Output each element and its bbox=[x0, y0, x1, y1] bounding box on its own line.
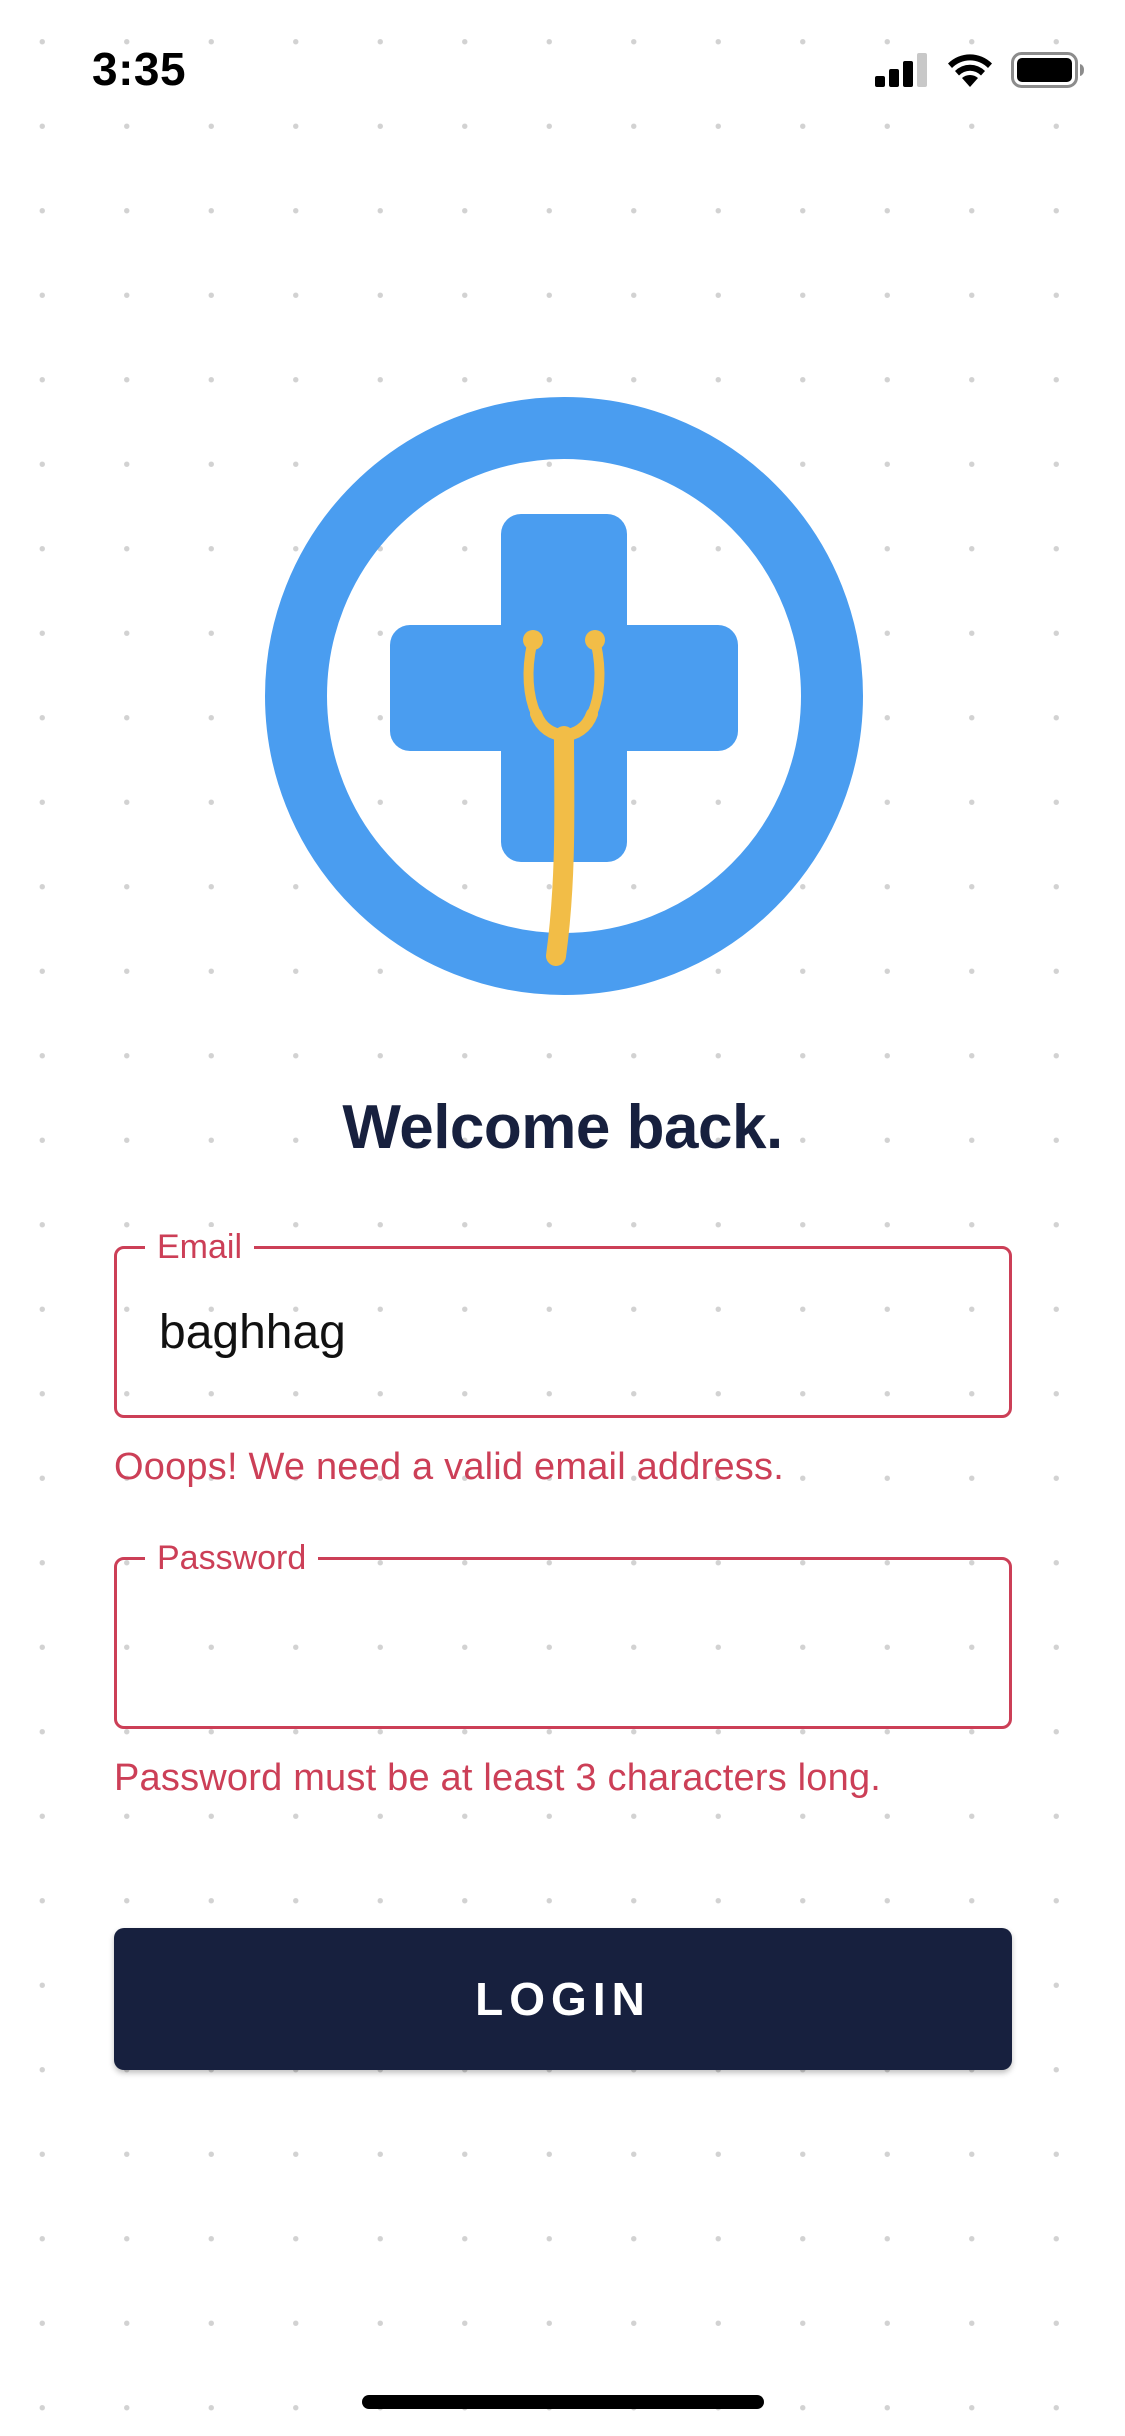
page-title: Welcome back. bbox=[342, 1093, 783, 1162]
wifi-icon bbox=[948, 54, 992, 87]
login-button[interactable]: LOGIN bbox=[114, 1928, 1012, 2070]
status-time: 3:35 bbox=[92, 43, 187, 95]
cellular-signal-icon bbox=[875, 53, 927, 87]
email-field[interactable]: Email bbox=[114, 1227, 1012, 1418]
medical-logo-icon bbox=[265, 397, 863, 995]
password-input[interactable] bbox=[159, 1560, 979, 1726]
status-icons bbox=[875, 50, 1085, 90]
home-indicator[interactable] bbox=[362, 2395, 764, 2409]
email-error-message: Ooops! We need a valid email address. bbox=[114, 1446, 784, 1488]
status-bar: 3:35 bbox=[0, 0, 1125, 140]
password-field[interactable]: Password bbox=[114, 1538, 1012, 1729]
email-input[interactable] bbox=[159, 1249, 979, 1415]
battery-icon bbox=[1011, 52, 1084, 88]
password-error-message: Password must be at least 3 characters l… bbox=[114, 1757, 882, 1799]
